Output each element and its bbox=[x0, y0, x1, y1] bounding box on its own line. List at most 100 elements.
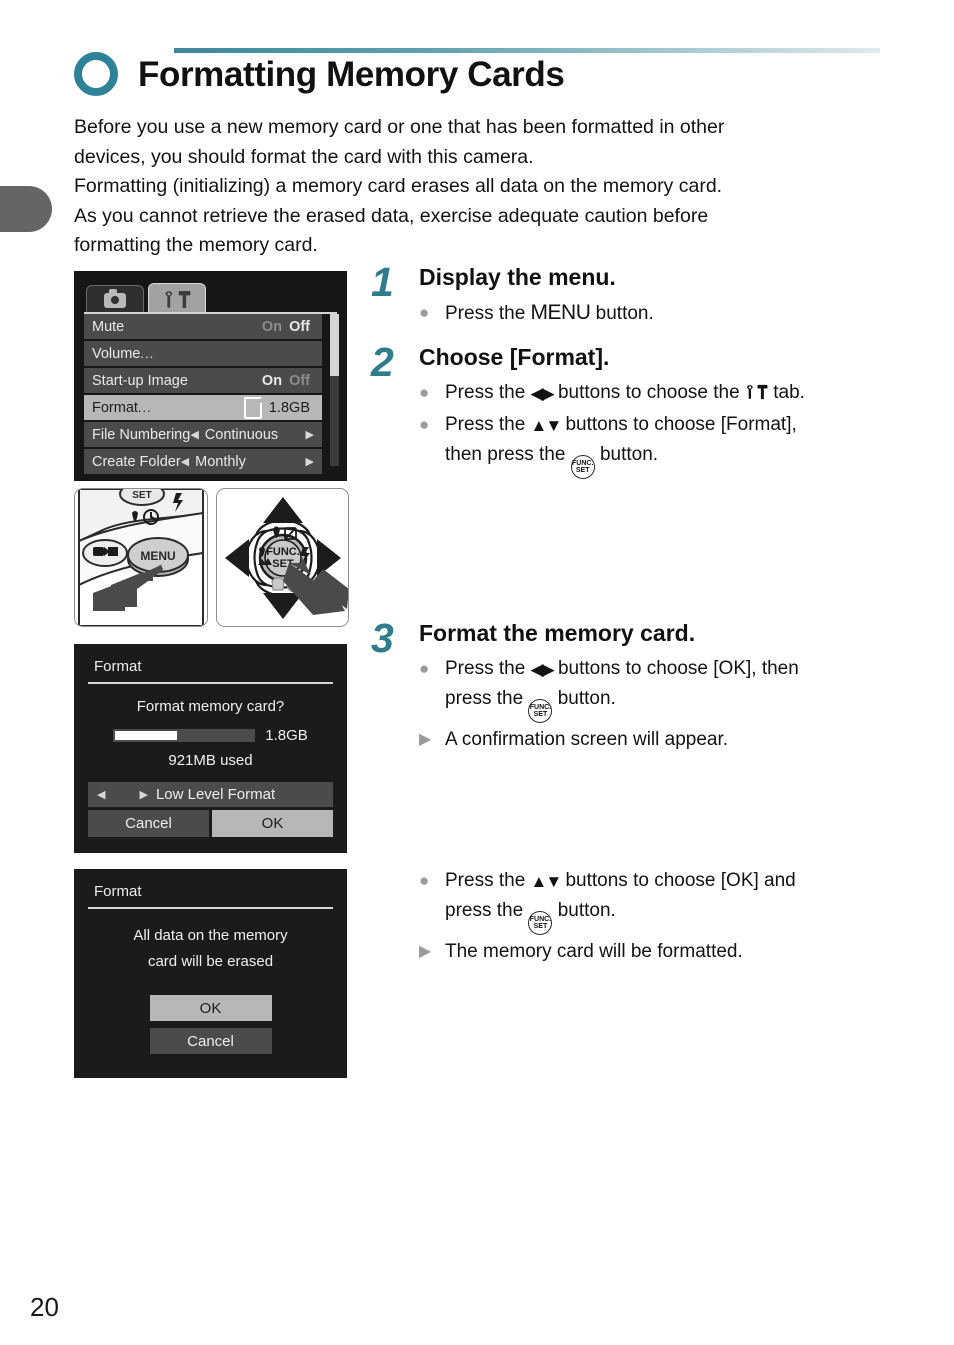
confirm-button-stack: OK Cancel bbox=[88, 995, 333, 1054]
dialog-cancel-button[interactable]: Cancel bbox=[88, 810, 209, 837]
menu-row-create-folder[interactable]: Create Folder ◀ Monthly ▶ bbox=[84, 449, 322, 474]
chapter-tab bbox=[0, 186, 52, 232]
left-arrow-icon[interactable]: ◀ bbox=[190, 428, 198, 441]
menu-row-value: 1.8GB bbox=[243, 396, 314, 419]
step-1: 1 Display the menu. ● Press the MENU but… bbox=[371, 262, 891, 328]
bullet-item: ▶ A confirmation screen will appear. bbox=[419, 725, 891, 754]
menu-row-label: Mute bbox=[92, 318, 125, 335]
confirm-dialog-screen: Format All data on the memory card will … bbox=[74, 869, 347, 1078]
capacity-meter-row: 1.8GB bbox=[88, 727, 333, 744]
right-arrow-icon[interactable]: ▶ bbox=[139, 788, 147, 801]
step-bullets: ● Press the ◀▶ buttons to choose [OK], t… bbox=[371, 654, 891, 754]
confirm-cancel-button[interactable]: Cancel bbox=[149, 1028, 272, 1054]
intro-paragraph: Before you use a new memory card or one … bbox=[74, 113, 880, 261]
confirm-ok-button[interactable]: OK bbox=[149, 995, 272, 1021]
menu-row-label: Create Folder bbox=[92, 453, 181, 470]
left-right-pad-icon: ◀▶ bbox=[530, 384, 555, 403]
capacity-meter bbox=[113, 729, 256, 742]
bullet-text: The memory card will be formatted. bbox=[445, 941, 743, 962]
final-bullets-block: ● Press the ▲▼ buttons to choose [OK] an… bbox=[371, 860, 891, 968]
startup-on-option[interactable]: On bbox=[262, 373, 282, 389]
menu-button-photo: SET MENU bbox=[74, 488, 208, 627]
mute-off-option[interactable]: Off bbox=[289, 319, 310, 335]
format-dialog-screen: Format Format memory card? 1.8GB 921MB u… bbox=[74, 644, 347, 853]
bullet-triangle-icon: ▶ bbox=[419, 943, 432, 960]
right-arrow-icon[interactable]: ▶ bbox=[306, 428, 314, 441]
step-3: 3 Format the memory card. ● Press the ◀▶… bbox=[371, 618, 891, 754]
menu-scrollbar[interactable] bbox=[330, 314, 339, 466]
bullet-item: ▶ The memory card will be formatted. bbox=[419, 937, 891, 966]
left-arrow-icon[interactable]: ◀ bbox=[181, 455, 189, 468]
step-number: 3 bbox=[371, 615, 394, 661]
menu-row-list: Mute On Off Volume... Start-up Image On … bbox=[84, 314, 337, 474]
used-space-label: 921MB used bbox=[168, 752, 253, 769]
step-number: 2 bbox=[371, 339, 394, 385]
page-number: 20 bbox=[30, 1292, 59, 1322]
section-ring-icon bbox=[74, 52, 126, 104]
menu-row-value: On Off bbox=[262, 319, 314, 335]
startup-off-option[interactable]: Off bbox=[289, 373, 310, 389]
intro-line-3: Formatting (initializing) a memory card … bbox=[74, 175, 723, 198]
menu-key-label: MENU bbox=[530, 301, 591, 324]
confirm-message: All data on the memory card will be eras… bbox=[88, 923, 333, 975]
menu-scrollbar-thumb[interactable] bbox=[330, 314, 339, 376]
intro-line-5: formatting the memory card. bbox=[74, 234, 318, 257]
up-down-pad-icon: ▲▼ bbox=[530, 872, 563, 891]
menu-row-volume[interactable]: Volume... bbox=[84, 341, 322, 366]
svg-text:FUNC.: FUNC. bbox=[266, 546, 300, 558]
dialog-button-row: Cancel OK bbox=[88, 810, 333, 837]
bullet-item: ● Press the ◀▶ buttons to choose the tab… bbox=[419, 378, 891, 408]
menu-tab-camera[interactable] bbox=[86, 285, 144, 314]
final-bullets: ● Press the ▲▼ buttons to choose [OK] an… bbox=[371, 866, 891, 966]
menu-row-file-numbering[interactable]: File Numbering ◀ Continuous ▶ bbox=[84, 422, 322, 447]
bullet-item: ● Press the ◀▶ buttons to choose [OK], t… bbox=[419, 654, 891, 723]
menu-row-mute[interactable]: Mute On Off bbox=[84, 314, 322, 339]
capacity-meter-fill bbox=[115, 731, 178, 740]
menu-tab-bar bbox=[84, 283, 337, 314]
direction-pad-photo: FUNC. SET bbox=[215, 488, 349, 627]
wrench-hammer-icon bbox=[163, 290, 191, 309]
capacity-label: 1.8GB bbox=[265, 727, 308, 744]
dialog-question: Format memory card? bbox=[136, 698, 285, 715]
mute-on-option[interactable]: On bbox=[262, 319, 282, 335]
dialog-rule bbox=[88, 682, 333, 684]
bullet-dot-icon: ● bbox=[419, 659, 430, 678]
svg-text:MENU: MENU bbox=[140, 549, 175, 563]
intro-line-4: As you cannot retrieve the erased data, … bbox=[74, 204, 709, 227]
dialog-title: Format bbox=[94, 883, 142, 900]
intro-line-1: Before you use a new memory card or one … bbox=[74, 116, 725, 138]
camera-lcd-settings-menu: Mute On Off Volume... Start-up Image On … bbox=[74, 271, 347, 481]
step-bullets: ● Press the ◀▶ buttons to choose the tab… bbox=[371, 378, 891, 479]
step-heading: Display the menu. bbox=[419, 264, 616, 290]
low-level-format-option[interactable]: ◀ ▶ Low Level Format bbox=[88, 782, 333, 807]
bullet-dot-icon: ● bbox=[419, 303, 430, 322]
menu-row-format[interactable]: Format... 1.8GB bbox=[84, 395, 322, 420]
page-header: Formatting Memory Cards bbox=[74, 48, 880, 104]
confirm-message-line-2: card will be erased bbox=[147, 953, 274, 970]
wrench-hammer-icon bbox=[745, 384, 768, 400]
step-heading: Format the memory card. bbox=[419, 620, 696, 646]
menu-tab-settings[interactable] bbox=[148, 283, 206, 314]
bullet-item: ● Press the ▲▼ buttons to choose [OK] an… bbox=[419, 866, 891, 935]
func-set-button-icon: FUNC. SET bbox=[570, 455, 595, 479]
bullet-text: Press the ▲▼ buttons to choose [OK] and p… bbox=[445, 866, 891, 935]
menu-row-startup-image[interactable]: Start-up Image On Off bbox=[84, 368, 322, 393]
dialog-rule bbox=[88, 907, 333, 909]
step-2: 2 Choose [Format]. ● Press the ◀▶ button… bbox=[371, 342, 891, 479]
camera-icon bbox=[104, 288, 126, 308]
func-set-button-icon: FUNC. SET bbox=[528, 699, 553, 723]
step-heading: Choose [Format]. bbox=[419, 344, 610, 370]
right-arrow-icon[interactable]: ▶ bbox=[306, 455, 314, 468]
low-level-format-label: Low Level Format bbox=[155, 786, 276, 803]
create-folder-value: Monthly bbox=[195, 453, 246, 470]
bullet-text: Press the ◀▶ buttons to choose the tab. bbox=[445, 378, 891, 408]
menu-row-label: File Numbering bbox=[92, 426, 191, 443]
file-numbering-value: Continuous bbox=[204, 426, 279, 443]
menu-row-label: Start-up Image bbox=[92, 372, 188, 389]
bullet-text: Press the ▲▼ buttons to choose [Format],… bbox=[445, 410, 891, 479]
left-arrow-icon[interactable]: ◀ bbox=[97, 788, 105, 801]
dialog-ok-button[interactable]: OK bbox=[212, 810, 333, 837]
bullet-dot-icon: ● bbox=[419, 871, 430, 890]
bullet-item: ● Press the ▲▼ buttons to choose [Format… bbox=[419, 410, 891, 479]
svg-text:SET: SET bbox=[132, 490, 151, 501]
